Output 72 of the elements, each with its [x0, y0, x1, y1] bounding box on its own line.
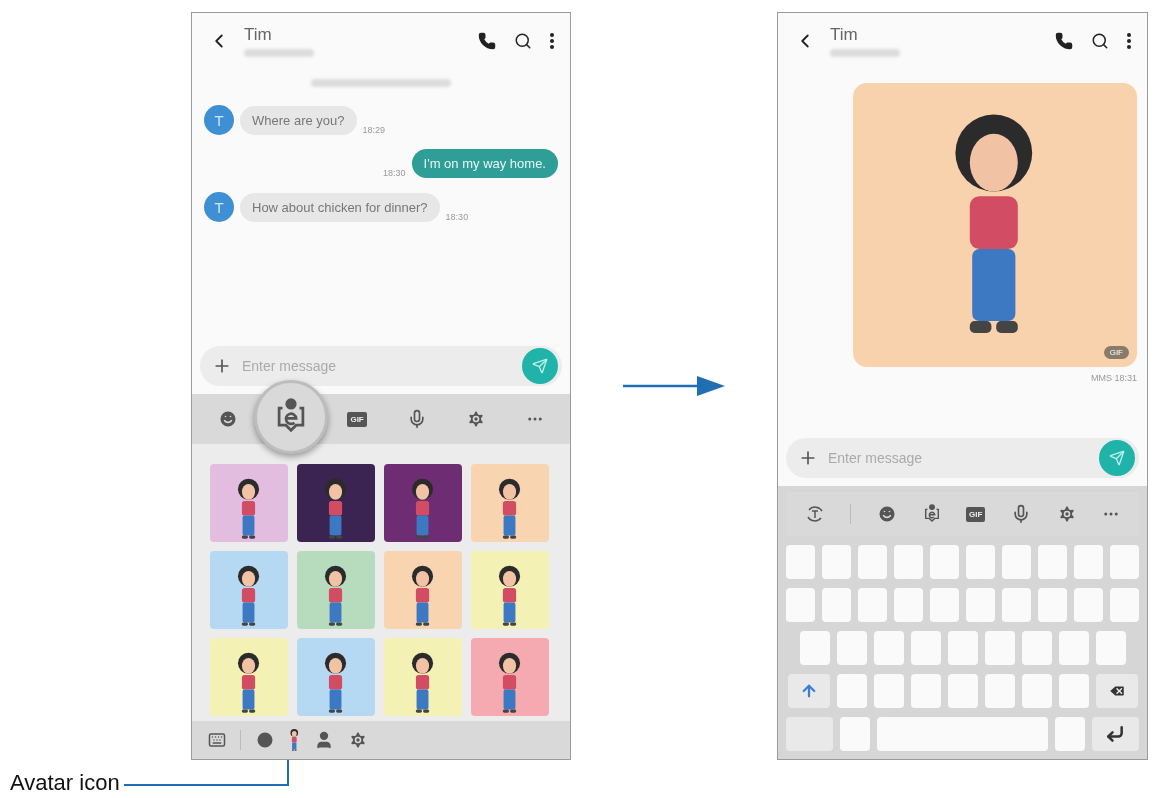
search-icon	[514, 32, 532, 50]
shift-key[interactable]	[787, 674, 830, 708]
annotation-label: Avatar icon	[10, 770, 120, 796]
phone-icon	[478, 32, 496, 50]
sticker-tile[interactable]	[210, 464, 288, 542]
contact-name: Tim	[830, 25, 859, 45]
message-time: 18:30	[383, 168, 406, 178]
keyboard-icon[interactable]	[208, 731, 226, 749]
gif-button[interactable]: GIF	[347, 411, 367, 427]
backspace-key[interactable]	[1095, 674, 1138, 708]
more-icon	[550, 33, 554, 49]
sticker-tile[interactable]	[297, 638, 375, 716]
keyboard-key[interactable]	[836, 674, 867, 708]
avatar-image-message[interactable]: GIF	[853, 83, 1137, 367]
keyboard-key[interactable]	[1058, 631, 1089, 665]
keyboard-key[interactable]	[1058, 674, 1089, 708]
search-icon	[1091, 32, 1109, 50]
sticker-tile[interactable]	[297, 551, 375, 629]
gif-button[interactable]: GIF	[966, 506, 986, 522]
sticker-tile[interactable]	[210, 638, 288, 716]
keyboard-key[interactable]	[1021, 674, 1052, 708]
sticker-tile[interactable]	[384, 638, 462, 716]
sticker-tile[interactable]	[297, 464, 375, 542]
emoji-icon[interactable]	[217, 409, 238, 429]
sticker-tile[interactable]	[210, 551, 288, 629]
message-input-bar[interactable]: Enter message	[200, 346, 562, 386]
keyboard-key[interactable]	[984, 674, 1015, 708]
contact-avatar: T	[204, 192, 234, 222]
more-icon	[1127, 33, 1131, 49]
keyboard-key[interactable]	[873, 674, 904, 708]
message-input-bar[interactable]: Enter message	[786, 438, 1139, 478]
message-input-field[interactable]: Enter message	[240, 357, 514, 375]
sticker-tile[interactable]	[384, 551, 462, 629]
arrow-icon	[623, 375, 725, 397]
phone-icon	[1055, 32, 1073, 50]
message-input-field[interactable]: Enter message	[826, 449, 1091, 467]
keyboard-key[interactable]	[1021, 631, 1052, 665]
text-cycle-icon[interactable]	[804, 504, 825, 524]
keyboard-key[interactable]	[984, 631, 1015, 665]
keyboard-key[interactable]	[799, 631, 830, 665]
gif-badge: GIF	[1103, 346, 1129, 359]
send-icon	[532, 358, 548, 374]
microphone-icon[interactable]	[1011, 504, 1031, 524]
message-time: 18:29	[362, 125, 386, 135]
keyboard-key[interactable]	[947, 631, 978, 665]
enter-icon	[1105, 724, 1126, 744]
send-button[interactable]	[522, 348, 558, 384]
keyboard-key[interactable]	[947, 674, 978, 708]
keyboard-key[interactable]	[836, 631, 867, 665]
contact-name: Tim	[244, 25, 273, 45]
sticker-tile[interactable]	[384, 464, 462, 542]
send-icon	[1109, 450, 1125, 466]
message-time: 18:30	[445, 212, 469, 222]
blurred-text	[830, 49, 900, 57]
message-bubble: I'm on my way home.	[411, 149, 558, 178]
emoji-icon[interactable]	[876, 504, 897, 524]
cartoon-figure-drawing	[289, 728, 300, 752]
sticker-tile[interactable]	[471, 638, 549, 716]
keyboard-key[interactable]	[910, 674, 941, 708]
keyboard-key[interactable]	[873, 631, 904, 665]
avatar-sticker-icon[interactable]	[922, 504, 941, 524]
keyboard-key[interactable]	[1095, 631, 1126, 665]
send-button[interactable]	[1099, 440, 1135, 476]
enter-key[interactable]	[1091, 717, 1139, 751]
keyboard-key[interactable]	[910, 631, 941, 665]
sticker-tile[interactable]	[471, 551, 549, 629]
message-time: MMS 18:31	[1090, 373, 1137, 383]
message-bubble: Where are you?	[240, 106, 357, 135]
contact-avatar: T	[204, 105, 234, 135]
sticker-tile[interactable]	[471, 464, 549, 542]
message-bubble: How about chicken for dinner?	[240, 193, 440, 222]
blurred-text	[244, 49, 314, 57]
